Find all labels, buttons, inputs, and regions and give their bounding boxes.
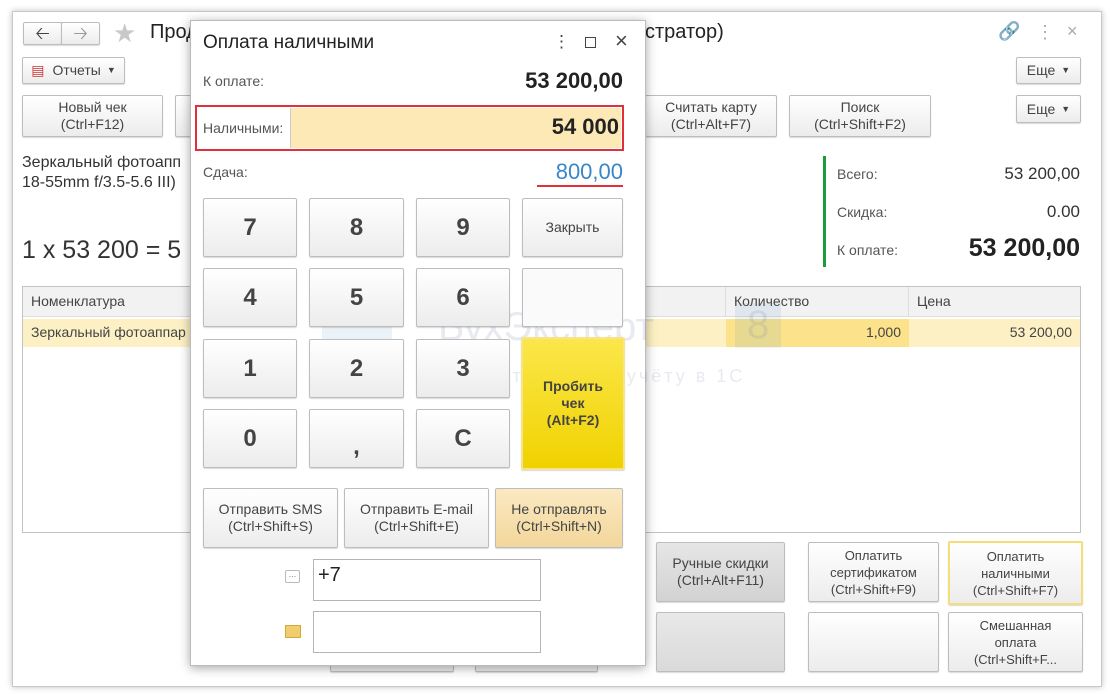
more-label: Еще [1026,100,1056,117]
search-button[interactable]: Поиск (Ctrl+Shift+F2) [789,95,931,137]
maximize-icon[interactable] [585,37,596,48]
read-card-button[interactable]: Считать карту (Ctrl+Alt+F7) [645,95,777,137]
arrow-right-icon: 🡢 [73,23,88,43]
blank-key[interactable] [522,268,623,327]
due-label: К оплате: [837,242,898,258]
change-underline [537,185,623,187]
mixed-payment-button[interactable]: Смешанная оплата (Ctrl+Shift+F... [948,612,1083,672]
key-4[interactable]: 4 [203,268,297,327]
key-3[interactable]: 3 [416,339,510,398]
key-comma[interactable]: , [309,409,404,468]
key-1[interactable]: 1 [203,339,297,398]
print-receipt-button[interactable]: Пробить чек (Alt+F2) [521,337,625,470]
pay-cash-button[interactable]: Оплатить наличными (Ctrl+Shift+F7) [948,541,1083,605]
watermark-number: 8 [735,303,782,348]
more-label: Еще [1026,62,1056,78]
cash-label: Наличными: [203,120,284,136]
link-icon[interactable]: 🔗 [998,21,1020,42]
reports-label: Отчеты [52,62,101,78]
key-5[interactable]: 5 [309,268,404,327]
more-button-2[interactable]: Еще ▼ [1016,95,1081,123]
calc-line: 1 x 53 200 = 5 [22,236,182,264]
dialog-due-value: 53 200,00 [525,68,623,93]
no-send-button[interactable]: Не отправлять (Ctrl+Shift+N) [495,488,623,548]
total-value: 53 200,00 [1004,164,1080,183]
chevron-down-icon: ▼ [1061,65,1071,75]
star-icon[interactable]: ★ [113,18,136,49]
more-button[interactable]: Еще ▼ [1016,57,1081,84]
dialog-due-label: К оплате: [203,73,264,89]
sms-icon: … [285,570,300,583]
discount-label: Скидка: [837,204,888,220]
key-2[interactable]: 2 [309,339,404,398]
send-sms-button[interactable]: Отправить SMS (Ctrl+Shift+S) [203,488,338,548]
dialog-title: Оплата наличными [203,32,375,53]
change-label: Сдача: [203,164,248,180]
close-icon[interactable]: × [1067,21,1078,42]
change-value: 800,00 [555,159,623,184]
column-header-price[interactable]: Цена [909,287,1080,317]
manual-discounts-button[interactable]: Ручные скидки (Ctrl+Alt+F11) [656,542,785,602]
more-vertical-icon[interactable]: ⋮ [1036,22,1054,43]
pay-certificate-button[interactable]: Оплатить сертификатом (Ctrl+Shift+F9) [808,542,939,602]
key-8[interactable]: 8 [309,198,404,257]
blank-button-1[interactable] [656,612,785,672]
chevron-down-icon: ▼ [1061,103,1071,114]
close-button[interactable]: Закрыть [522,198,623,257]
reports-button[interactable]: ▤ Отчеты ▼ [22,57,125,84]
send-email-button[interactable]: Отправить E-mail (Ctrl+Shift+E) [344,488,489,548]
forward-button[interactable]: 🡢 [61,22,100,45]
email-icon [285,625,301,638]
totals-divider [823,156,826,267]
key-clear[interactable]: C [416,409,510,468]
product-name: Зеркальный фотоапп [22,154,182,171]
due-value: 53 200,00 [968,234,1080,262]
report-icon: ▤ [31,62,45,78]
close-icon[interactable]: × [615,28,628,54]
phone-input[interactable]: +7 [313,559,541,601]
cell-price: 53 200,00 [1009,324,1072,340]
discount-value: 0.00 [1046,202,1080,221]
product-spec: 18-55mm f/3.5-5.6 III) [22,174,176,191]
email-input[interactable] [313,611,541,653]
key-9[interactable]: 9 [416,198,510,257]
cash-input[interactable]: 54 000 [290,108,621,148]
more-vertical-icon[interactable]: ⋮ [553,32,570,52]
key-7[interactable]: 7 [203,198,297,257]
window-title-end: стратор) [645,21,724,43]
key-6[interactable]: 6 [416,268,510,327]
chevron-down-icon: ▼ [106,65,116,75]
arrow-left-icon: 🡠 [35,23,50,43]
new-receipt-button[interactable]: Новый чек (Ctrl+F12) [22,95,163,137]
key-0[interactable]: 0 [203,409,297,468]
blank-button-2[interactable] [808,612,939,672]
total-label: Всего: [837,166,878,182]
back-button[interactable]: 🡠 [23,22,62,45]
